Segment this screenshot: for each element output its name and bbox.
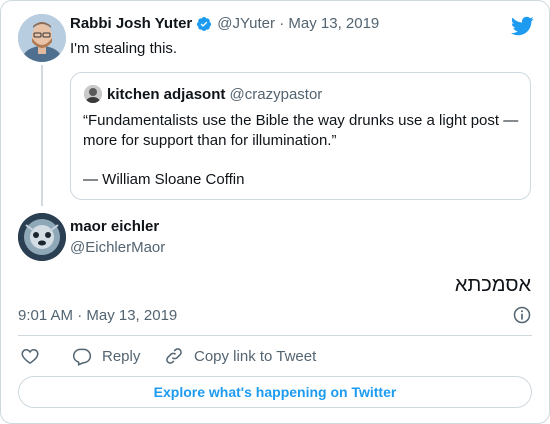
reply-timestamp[interactable]: 9:01 AM · May 13, 2019 xyxy=(18,307,177,324)
reply-author-name[interactable]: maor eichler xyxy=(70,218,159,235)
author-name[interactable]: Rabbi Josh Yuter xyxy=(70,15,192,32)
tweet-header: Rabbi Josh Yuter @JYuter · May 13, 2019 xyxy=(70,15,379,32)
heart-icon xyxy=(21,348,39,364)
quoted-author-handle: @crazypastor xyxy=(229,86,323,103)
quoted-header: kitchen adjasont @crazypastor xyxy=(107,86,322,103)
reply-text: אסמכתא xyxy=(454,274,531,296)
copy-link-button[interactable]: Copy link to Tweet xyxy=(164,345,316,367)
tweet-date[interactable]: May 13, 2019 xyxy=(288,15,379,32)
quoted-author-avatar xyxy=(84,85,102,103)
divider xyxy=(18,335,532,336)
quoted-author-name: kitchen adjasont xyxy=(107,86,226,103)
reply-button[interactable]: Reply xyxy=(72,345,140,367)
quoted-tweet[interactable]: kitchen adjasont @crazypastor “Fundament… xyxy=(70,72,531,200)
thread-connector-line xyxy=(41,65,43,206)
author-handle[interactable]: @JYuter xyxy=(217,15,275,32)
tweet-embed-card: Rabbi Josh Yuter @JYuter · May 13, 2019 … xyxy=(0,0,550,424)
twitter-bird-icon[interactable] xyxy=(510,14,534,38)
reply-label: Reply xyxy=(102,347,141,365)
tweet-text: I'm stealing this. xyxy=(70,40,178,57)
quoted-attribution: — William Sloane Coffin xyxy=(83,171,245,188)
explore-twitter-button[interactable]: Explore what's happening on Twitter xyxy=(18,376,532,408)
verified-icon xyxy=(197,16,212,31)
like-button[interactable] xyxy=(20,345,40,367)
author-avatar[interactable] xyxy=(18,14,66,62)
link-icon xyxy=(166,348,182,364)
quoted-text: “Fundamentalists use the Bible the way d… xyxy=(83,112,519,149)
dot-separator: · xyxy=(275,15,289,32)
info-icon[interactable] xyxy=(512,305,532,325)
reply-author-avatar[interactable] xyxy=(18,213,66,261)
reply-icon xyxy=(72,348,92,366)
reply-author-handle[interactable]: @EichlerMaor xyxy=(70,239,165,256)
copy-link-label: Copy link to Tweet xyxy=(194,347,317,365)
